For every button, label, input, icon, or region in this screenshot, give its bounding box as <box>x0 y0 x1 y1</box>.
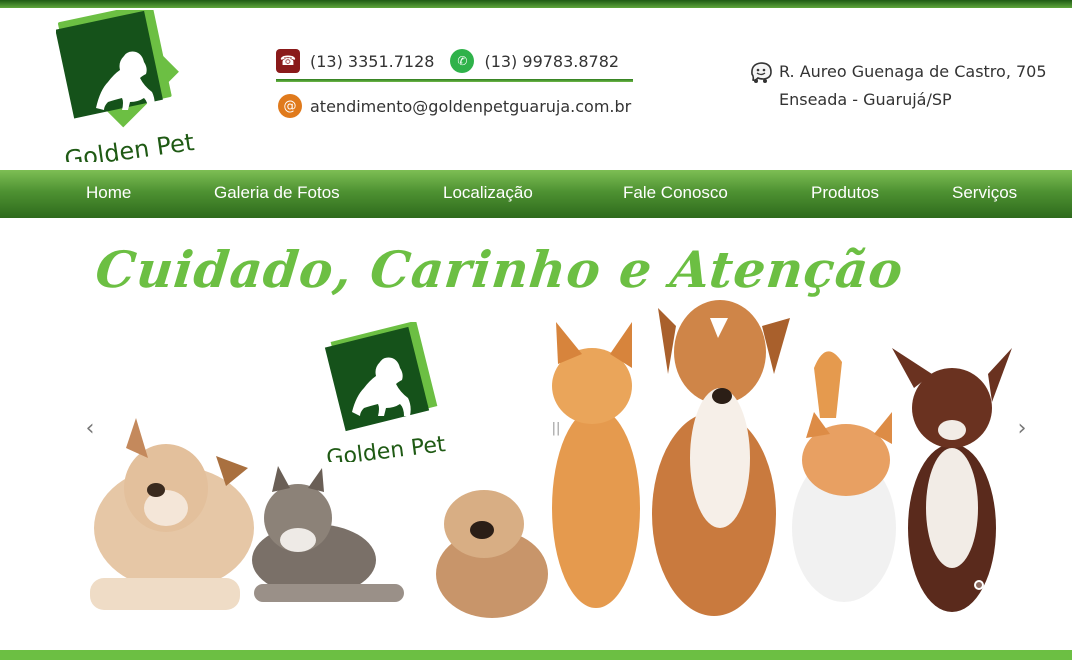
telephone-icon: ☎ <box>276 49 300 73</box>
chevron-left-icon[interactable]: ‹ <box>80 414 100 444</box>
chevron-right-icon[interactable]: › <box>1012 414 1032 444</box>
whatsapp-icon: ✆ <box>450 49 475 73</box>
top-accent-bar <box>0 0 1072 8</box>
pets-photo <box>90 300 1012 618</box>
bottom-accent-bar <box>0 650 1072 660</box>
contact-block: ☎ (13) 3351.7128 ✆ (13) 99783.8782 @ ate… <box>276 46 636 124</box>
slide-indicator-1[interactable] <box>974 580 984 590</box>
slide-indicator-2[interactable] <box>990 580 1000 590</box>
waze-icon[interactable] <box>748 60 774 84</box>
main-navigation: Home Galeria de Fotos Localização Fale C… <box>0 170 1072 218</box>
nav-fale-conosco[interactable]: Fale Conosco <box>623 170 728 218</box>
address-city: Enseada - Guarujá/SP <box>779 90 952 109</box>
nav-localizacao[interactable]: Localização <box>443 170 533 218</box>
phone-row: ☎ (13) 3351.7128 ✆ (13) 99783.8782 <box>276 48 635 74</box>
hero-slider: Cuidado, Carinho e Atenção Golden Pet ‹ … <box>0 218 1072 650</box>
golden-pet-logo-icon: Golden Pet <box>56 10 196 162</box>
nav-home[interactable]: Home <box>86 170 131 218</box>
at-sign-icon: @ <box>278 94 302 118</box>
address-street: R. Aureo Guenaga de Castro, 705 <box>779 62 1047 81</box>
email-link[interactable]: atendimento@goldenpetguaruja.com.br <box>310 97 631 116</box>
logo-wordmark: Golden Pet <box>63 128 196 162</box>
contact-divider <box>276 79 633 82</box>
pause-icon[interactable]: || <box>548 418 564 440</box>
nav-servicos[interactable]: Serviços <box>952 170 1017 218</box>
phone-number[interactable]: (13) 3351.7128 <box>310 52 434 71</box>
email-row: @ atendimento@goldenpetguaruja.com.br <box>278 94 647 118</box>
whatsapp-number[interactable]: (13) 99783.8782 <box>484 52 619 71</box>
nav-produtos[interactable]: Produtos <box>811 170 879 218</box>
site-logo[interactable]: Golden Pet <box>56 10 216 162</box>
nav-galeria-de-fotos[interactable]: Galeria de Fotos <box>214 170 340 218</box>
